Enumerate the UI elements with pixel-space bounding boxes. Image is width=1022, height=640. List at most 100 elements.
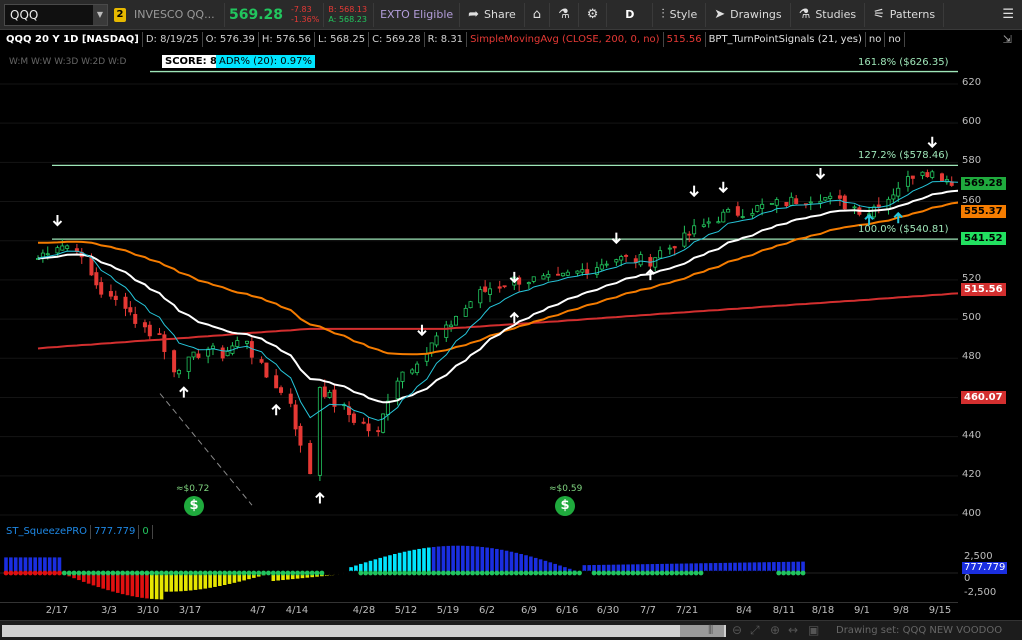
squeeze-dot xyxy=(737,570,743,576)
candle-body xyxy=(415,363,420,373)
candle-body xyxy=(206,348,211,357)
time-tick: 2/17 xyxy=(45,605,69,616)
zoom-in-icon[interactable]: ⊕ xyxy=(770,623,780,637)
share-icon: ➦ xyxy=(468,7,480,22)
candle-body xyxy=(706,221,711,224)
link-group-badge[interactable]: 2 xyxy=(114,7,126,22)
candle-body xyxy=(896,187,901,197)
menu-button[interactable]: ☰ xyxy=(994,3,1022,27)
reset-icon[interactable]: ↔ xyxy=(788,623,798,637)
candle-body xyxy=(157,333,162,335)
candle-body xyxy=(113,295,118,301)
dividend-2-icon[interactable]: $ xyxy=(555,496,575,516)
bid-price: B: 568.13 xyxy=(328,4,368,14)
expand-icon[interactable]: ⤢ xyxy=(750,623,760,638)
squeeze-dot xyxy=(669,570,675,576)
candle-body xyxy=(274,375,279,389)
bpt-study-label[interactable]: BPT_TurnPointSignals (21, yes) xyxy=(706,31,866,47)
drawing-set-icon[interactable]: ▣ xyxy=(808,623,819,637)
squeeze-dot xyxy=(42,570,48,576)
squeeze-dot xyxy=(377,570,383,576)
histogram-bar xyxy=(174,573,178,592)
squeeze-dot xyxy=(232,570,237,576)
histogram-bar xyxy=(140,573,144,598)
oscillator-name[interactable]: ST_SqueezePRO xyxy=(3,525,92,539)
candle-body xyxy=(483,286,488,292)
period-button[interactable]: D xyxy=(607,2,654,27)
studies-button[interactable]: ⚗ Studies xyxy=(791,2,866,27)
time-tick: 6/30 xyxy=(596,605,620,616)
time-axis[interactable]: 2/17 3/3 3/10 3/17 4/7 4/14 4/28 5/12 5/19 6/2 6/9… xyxy=(0,602,958,618)
share-button[interactable]: ➦ Share xyxy=(460,2,525,27)
candle-body xyxy=(667,247,672,250)
histogram-bar xyxy=(436,546,441,574)
candle-body xyxy=(624,255,629,257)
candle-body xyxy=(298,425,303,446)
squeeze-dot xyxy=(436,570,441,576)
histogram-bar xyxy=(470,546,475,574)
squeeze-dot xyxy=(309,570,315,576)
sma-study-label[interactable]: SimpleMovingAvg (CLOSE, 200, 0, no) xyxy=(467,31,664,47)
squeeze-dot xyxy=(324,570,330,576)
candle-body xyxy=(735,206,740,216)
squeeze-dot xyxy=(766,570,772,576)
sma-study-value: 515.56 xyxy=(663,31,706,47)
camera-button[interactable]: ⌂ xyxy=(525,2,551,27)
scroll-handle-icon[interactable]: ⦀ xyxy=(708,623,713,638)
candle-body xyxy=(930,171,935,178)
squeeze-dot xyxy=(538,570,543,576)
candle-body xyxy=(789,196,794,206)
histogram-bar xyxy=(422,548,426,574)
squeeze-dot xyxy=(756,570,762,576)
candle-body xyxy=(716,221,721,224)
squeeze-dot xyxy=(562,570,568,576)
ohlc-range: R: 8.31 xyxy=(425,31,468,47)
drawings-button[interactable]: ➤ Drawings xyxy=(706,2,791,27)
turn-up-arrow-icon xyxy=(509,311,520,324)
settings-button[interactable]: ⚙ xyxy=(579,2,608,27)
histogram-bar xyxy=(184,573,188,591)
squeeze-dot xyxy=(188,570,194,576)
time-scrollbar[interactable] xyxy=(2,625,726,637)
squeeze-dot xyxy=(416,570,422,576)
candle-body xyxy=(322,386,327,397)
zoom-icon[interactable]: ⊖ xyxy=(732,623,742,637)
candle-body xyxy=(225,350,230,357)
candle-body xyxy=(293,404,298,430)
squeeze-dot xyxy=(222,570,228,576)
osc-tick-top: 2,500 xyxy=(964,551,993,562)
candle-body xyxy=(585,269,590,274)
symbol-input[interactable]: QQQ ▼ xyxy=(4,3,108,26)
ohlc-date: D: 8/19/25 xyxy=(143,31,203,47)
candle-body xyxy=(526,282,531,285)
candle-body xyxy=(65,245,70,249)
candle-body xyxy=(769,202,774,205)
squeeze-dot xyxy=(71,570,77,576)
symbol-dropdown-icon[interactable]: ▼ xyxy=(93,4,107,25)
turn-down-arrow-icon xyxy=(52,215,63,227)
histogram-bar xyxy=(490,548,494,574)
histogram-bar xyxy=(130,573,135,597)
squeeze-dot xyxy=(8,570,14,576)
candle-body xyxy=(191,351,196,358)
candle-body xyxy=(45,253,50,256)
squeeze-dot xyxy=(236,570,242,576)
squeeze-dot xyxy=(402,570,407,576)
dividend-1-icon[interactable]: $ xyxy=(184,496,204,516)
squeeze-dot xyxy=(625,570,631,576)
squeeze-dot xyxy=(343,570,349,576)
flask-button[interactable]: ⚗ xyxy=(550,2,579,27)
scrollbar-thumb[interactable] xyxy=(680,625,724,637)
price-chart[interactable] xyxy=(0,48,958,516)
turn-down-arrow-icon xyxy=(927,136,937,149)
patterns-button[interactable]: ⚟ Patterns xyxy=(865,2,945,27)
chart-title[interactable]: QQQ 20 Y 1D [NASDAQ] xyxy=(3,31,143,47)
candle-body xyxy=(453,315,458,326)
collapse-icon[interactable]: ⇲ xyxy=(1003,33,1012,46)
squeeze-dot xyxy=(406,570,412,576)
candle-body xyxy=(220,347,225,359)
style-button[interactable]: ⫶ Style xyxy=(653,2,707,27)
squeeze-dot xyxy=(722,570,728,576)
squeeze-dot xyxy=(149,570,155,576)
candle-body xyxy=(575,270,580,274)
